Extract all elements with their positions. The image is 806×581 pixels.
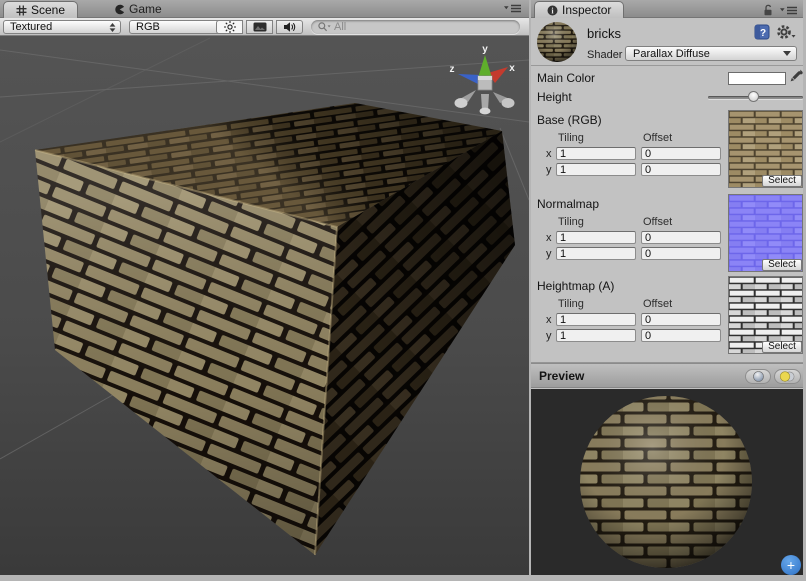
offset-header: Offset (643, 132, 672, 144)
x-axis-label: x (546, 148, 552, 160)
color-mode-value: RGB (136, 21, 160, 33)
base-tiling-y-input[interactable] (556, 163, 636, 176)
preview-light-button[interactable] (774, 369, 801, 384)
section-title-normalmap: Normalmap (537, 197, 599, 211)
help-icon[interactable]: ? (754, 24, 770, 40)
lock-icon[interactable] (763, 4, 774, 16)
speaker-icon (283, 21, 296, 33)
scene-search-field[interactable] (311, 20, 520, 34)
inspector-tabbar: i Inspector (531, 0, 803, 18)
heightmap-texture-thumbnail[interactable]: Select (728, 276, 803, 354)
tab-scene[interactable]: Scene (3, 1, 78, 18)
tiling-header: Tiling (558, 132, 584, 144)
sun-icon (224, 21, 236, 33)
height-label: Height (537, 90, 572, 104)
base-select-button[interactable]: Select (762, 175, 802, 187)
heightmap-tiling-y-input[interactable] (556, 329, 636, 342)
base-offset-x-input[interactable] (641, 147, 721, 160)
tab-game[interactable]: Game (108, 0, 168, 18)
scene-toolbar: Textured RGB (0, 18, 529, 36)
base-offset-y-input[interactable] (641, 163, 721, 176)
tab-inspector-label: Inspector (562, 3, 611, 17)
base-texture-thumbnail[interactable]: Select (728, 110, 803, 188)
normalmap-offset-x-input[interactable] (641, 231, 721, 244)
preview-title: Preview (539, 369, 584, 383)
gizmo-z-label: z (450, 64, 455, 75)
material-header: bricks ? Shader Parallax Diffuse (531, 18, 803, 66)
scene-panel: Scene Game Textured RGB (0, 0, 529, 575)
plus-icon: + (787, 558, 795, 572)
heightmap-select-button[interactable]: Select (762, 341, 802, 353)
eyedropper-icon[interactable] (788, 68, 804, 84)
draw-mode-value: Textured (10, 21, 52, 33)
gizmo-x-label: x (509, 63, 515, 74)
info-icon: i (547, 5, 558, 16)
offset-header: Offset (643, 216, 672, 228)
heightmap-tiling-x-input[interactable] (556, 313, 636, 326)
shader-dropdown[interactable]: Parallax Diffuse (625, 46, 797, 61)
draw-mode-dropdown[interactable]: Textured (3, 20, 121, 34)
skybox-toggle-button[interactable] (246, 20, 273, 34)
scene-3d-view: y x z (0, 36, 529, 575)
gizmo-cube-top-highlight (478, 76, 492, 80)
light-toggle-icon (779, 371, 796, 382)
search-icon (318, 22, 331, 32)
normalmap-offset-y-input[interactable] (641, 247, 721, 260)
preview-sphere (531, 389, 803, 575)
normalmap-tiling-y-input[interactable] (556, 247, 636, 260)
tab-inspector[interactable]: i Inspector (534, 1, 624, 18)
heightmap-offset-y-input[interactable] (641, 329, 721, 342)
y-axis-label: y (546, 164, 552, 176)
grid-icon (16, 5, 27, 16)
panel-menu-icon[interactable] (780, 6, 797, 15)
offset-header: Offset (643, 298, 672, 310)
scene-search-input[interactable] (334, 21, 513, 33)
add-button[interactable]: + (781, 555, 801, 575)
height-slider[interactable] (708, 90, 803, 104)
game-icon (114, 4, 125, 15)
slider-thumb[interactable] (748, 91, 759, 102)
base-tiling-x-input[interactable] (556, 147, 636, 160)
panel-menu-icon[interactable] (504, 4, 521, 13)
svg-text:?: ? (760, 28, 766, 39)
material-name: bricks (587, 26, 621, 41)
x-axis-label: x (546, 314, 552, 326)
section-title-heightmap: Heightmap (A) (537, 279, 614, 293)
tiling-header: Tiling (558, 216, 584, 228)
audio-toggle-button[interactable] (276, 20, 303, 34)
y-axis-label: y (546, 248, 552, 260)
gear-icon[interactable] (776, 24, 796, 40)
preview-mesh-button[interactable] (745, 369, 771, 384)
preview-area[interactable]: + (531, 389, 803, 575)
material-sphere-thumbnail (536, 21, 578, 63)
inspector-panel: i Inspector (531, 0, 803, 575)
x-axis-label: x (546, 232, 552, 244)
section-title-base: Base (RGB) (537, 113, 602, 127)
sphere-icon (753, 371, 764, 382)
normalmap-tiling-x-input[interactable] (556, 231, 636, 244)
tiling-header: Tiling (558, 298, 584, 310)
gizmo-y-label: y (482, 44, 488, 55)
scene-viewport[interactable]: y x z (0, 36, 529, 575)
main-color-label: Main Color (537, 71, 595, 85)
popup-arrows-icon (109, 23, 116, 32)
preview-header[interactable]: Preview (531, 363, 803, 388)
tab-scene-label: Scene (31, 3, 65, 17)
heightmap-offset-x-input[interactable] (641, 313, 721, 326)
lighting-toggle-button[interactable] (216, 20, 243, 34)
y-axis-label: y (546, 330, 552, 342)
shader-label: Shader (587, 49, 622, 61)
shader-value: Parallax Diffuse (633, 48, 710, 60)
normalmap-texture-thumbnail[interactable]: Select (728, 194, 803, 272)
chevron-down-icon (783, 51, 791, 56)
normalmap-select-button[interactable]: Select (762, 259, 802, 271)
scene-tabbar: Scene Game (0, 0, 529, 18)
tab-game-label: Game (129, 2, 162, 16)
main-color-swatch[interactable] (728, 72, 786, 85)
image-icon (253, 22, 267, 32)
